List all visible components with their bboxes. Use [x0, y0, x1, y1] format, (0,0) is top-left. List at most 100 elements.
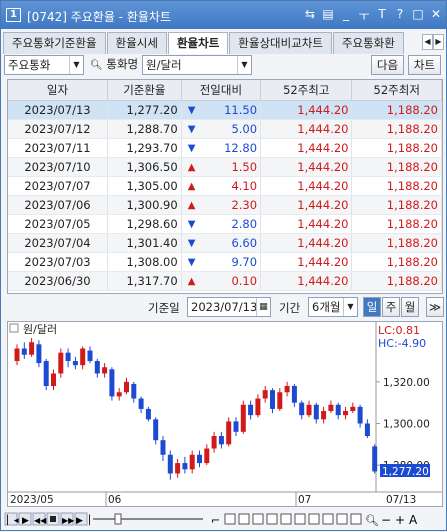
- table-row[interactable]: 2023/07/05 1,298.60 ▼ 2.80 1,444.20 1,188.20: [8, 214, 442, 234]
- candle-body: [167, 454, 173, 474]
- candle-body: [218, 436, 224, 445]
- table-row[interactable]: 2023/07/07 1,305.00 ▲ 4.10 1,444.20 1,188.20: [8, 176, 442, 196]
- table-row[interactable]: 2023/06/30 1,317.70 ▲ 0.10 1,444.20 1,188.20: [8, 271, 442, 291]
- week52-high-cell: 1,444.20: [260, 252, 353, 272]
- candle-body: [102, 367, 108, 374]
- table-row[interactable]: 2023/07/13 1,277.20 ▼ 11.50 1,444.20 1,188.20: [8, 100, 442, 120]
- copy-icon[interactable]: [294, 513, 306, 525]
- date-cell: 2023/07/04: [8, 233, 108, 253]
- table-row[interactable]: 2023/07/10 1,306.50 ▲ 1.50 1,444.20 1,188.20: [8, 157, 442, 177]
- change-value: 2.30: [231, 197, 258, 212]
- column-header[interactable]: 52주최고: [260, 80, 353, 101]
- restore-icon[interactable]: □: [412, 7, 424, 24]
- period-select[interactable]: 6개월 ▼: [308, 297, 358, 317]
- currency-select[interactable]: 원/달러 ▼: [142, 55, 252, 75]
- x-axis-label: 07/13: [386, 494, 416, 506]
- zoom-in-icon[interactable]: +: [395, 513, 405, 527]
- table-row[interactable]: 2023/07/12 1,288.70 ▼ 5.00 1,444.20 1,188.20: [8, 119, 442, 139]
- chart-type-icon[interactable]: [350, 513, 362, 525]
- tab-scroll-nav: ◀ ▶: [422, 34, 444, 50]
- column-header[interactable]: 기준환율: [107, 80, 182, 101]
- table-row[interactable]: 2023/07/06 1,300.90 ▲ 2.30 1,444.20 1,188.20: [8, 195, 442, 215]
- tab-4[interactable]: 주요통화환: [332, 32, 404, 54]
- save-image-icon[interactable]: [266, 513, 278, 525]
- chart-legend-swatch: [9, 323, 19, 333]
- candle-body: [109, 369, 115, 397]
- text-size-icon[interactable]: T: [376, 7, 388, 24]
- settings-icon[interactable]: [308, 513, 320, 525]
- more-button[interactable]: ≫: [426, 297, 444, 317]
- table-row[interactable]: 2023/07/04 1,301.40 ▼ 6.60 1,444.20 1,188.20: [8, 233, 442, 253]
- candle-body: [313, 404, 319, 420]
- rate-cell: 1,298.60: [107, 214, 182, 234]
- tab-scroll-right-icon[interactable]: ▶: [433, 34, 444, 50]
- close-icon[interactable]: ✕: [430, 7, 442, 24]
- table-view-icon[interactable]: [336, 513, 348, 525]
- candlestick-chart[interactable]: 원/달러 LC:0.81 HC:-4.90 1,320.00 1,300.00 1,…: [7, 321, 443, 507]
- x-axis-label: 07: [298, 494, 311, 506]
- candle-body: [29, 342, 35, 355]
- grid-icon[interactable]: [252, 513, 264, 525]
- zoom-slider-handle[interactable]: [114, 513, 122, 525]
- column-header[interactable]: 52주최저: [351, 80, 442, 101]
- chart-button[interactable]: 차트: [408, 55, 441, 75]
- column-header[interactable]: 전일대비: [181, 80, 262, 101]
- tab-2[interactable]: 환율차트: [167, 32, 229, 54]
- indicator-icon[interactable]: [322, 513, 334, 525]
- change-value: 5.00: [231, 121, 258, 136]
- print-icon[interactable]: ▤: [322, 7, 334, 24]
- zoom-out-icon[interactable]: −: [381, 513, 391, 527]
- candle-body: [321, 411, 327, 420]
- candle-body: [51, 373, 56, 386]
- tab-1[interactable]: 환율시세: [106, 32, 167, 54]
- week52-low-cell: 1,188.20: [351, 100, 442, 120]
- date-cell: 2023/07/07: [8, 176, 108, 196]
- rate-cell: 1,277.20: [107, 100, 182, 120]
- unit-toggle-2[interactable]: 월: [401, 297, 419, 317]
- font-size-icon[interactable]: A: [409, 513, 418, 527]
- link-icon[interactable]: ⇆: [304, 7, 316, 24]
- table-row[interactable]: 2023/07/03 1,308.00 ▼ 9.70 1,444.20 1,188.20: [8, 252, 442, 272]
- rate-cell: 1,306.50: [107, 157, 182, 177]
- zoom-box-icon[interactable]: [224, 513, 236, 525]
- currency-name-field[interactable]: 🔍︎ 통화명: [87, 55, 139, 75]
- date-cell: 2023/07/03: [8, 252, 108, 272]
- next-button[interactable]: 다음: [371, 55, 404, 75]
- currency-group-select[interactable]: 주요통화 ▼: [4, 55, 84, 75]
- tab-0[interactable]: 주요통화기준환율: [3, 32, 106, 54]
- pin-icon[interactable]: ㅜ: [358, 7, 370, 24]
- crosshair-icon[interactable]: ⌐: [211, 514, 220, 527]
- change-cell: ▲ 2.30: [181, 195, 262, 215]
- tab-scroll-left-icon[interactable]: ◀: [422, 34, 433, 50]
- search-icon[interactable]: 🔍︎: [90, 60, 103, 71]
- base-date-input[interactable]: 2023/07/13 ▦: [187, 297, 271, 317]
- minimize-icon[interactable]: _: [340, 7, 352, 24]
- unit-toggle-1[interactable]: 주: [382, 297, 400, 317]
- tab-3[interactable]: 환율상대비교차트: [229, 32, 332, 54]
- candle-body: [335, 404, 341, 416]
- print-chart-icon[interactable]: [280, 513, 292, 525]
- tab-strip: 주요통화기준환율 환율시세 환율차트 환율상대비교차트 주요통화환: [3, 32, 444, 54]
- column-header[interactable]: 일자: [8, 80, 108, 101]
- triangle-down-icon: ▼: [187, 256, 196, 268]
- search-icon[interactable]: 🔍︎: [365, 514, 379, 527]
- chevron-down-icon: ▼: [343, 298, 357, 316]
- change-value: 0.10: [231, 273, 258, 288]
- candle-body: [182, 463, 188, 470]
- candle-body: [43, 361, 49, 386]
- candle-body: [291, 386, 297, 403]
- candle-body: [233, 421, 239, 432]
- unit-toggle-group: 일주월: [363, 297, 420, 317]
- candle-body: [350, 406, 356, 411]
- calendar-icon[interactable]: ▦: [256, 298, 270, 316]
- title-bar[interactable]: 1 [0742] 주요환율 - 환율차트 ⇆ ▤ _ ㅜ T? □ ✕: [1, 1, 446, 29]
- chart-canvas: 원/달러 LC:0.81 HC:-4.90 1,320.00 1,300.00 1,…: [8, 322, 442, 506]
- table-row[interactable]: 2023/07/11 1,293.70 ▼ 12.80 1,444.20 1,188.20: [8, 138, 442, 158]
- help-icon[interactable]: ?: [394, 7, 406, 24]
- change-value: 6.60: [231, 235, 258, 250]
- layout-icon[interactable]: [238, 513, 250, 525]
- y-axis-ticks: 1,320.001,300.001,280.00: [376, 377, 430, 472]
- unit-toggle-0[interactable]: 일: [363, 297, 381, 317]
- rate-cell: 1,305.00: [107, 176, 182, 196]
- triangle-up-icon: ▲: [187, 199, 196, 211]
